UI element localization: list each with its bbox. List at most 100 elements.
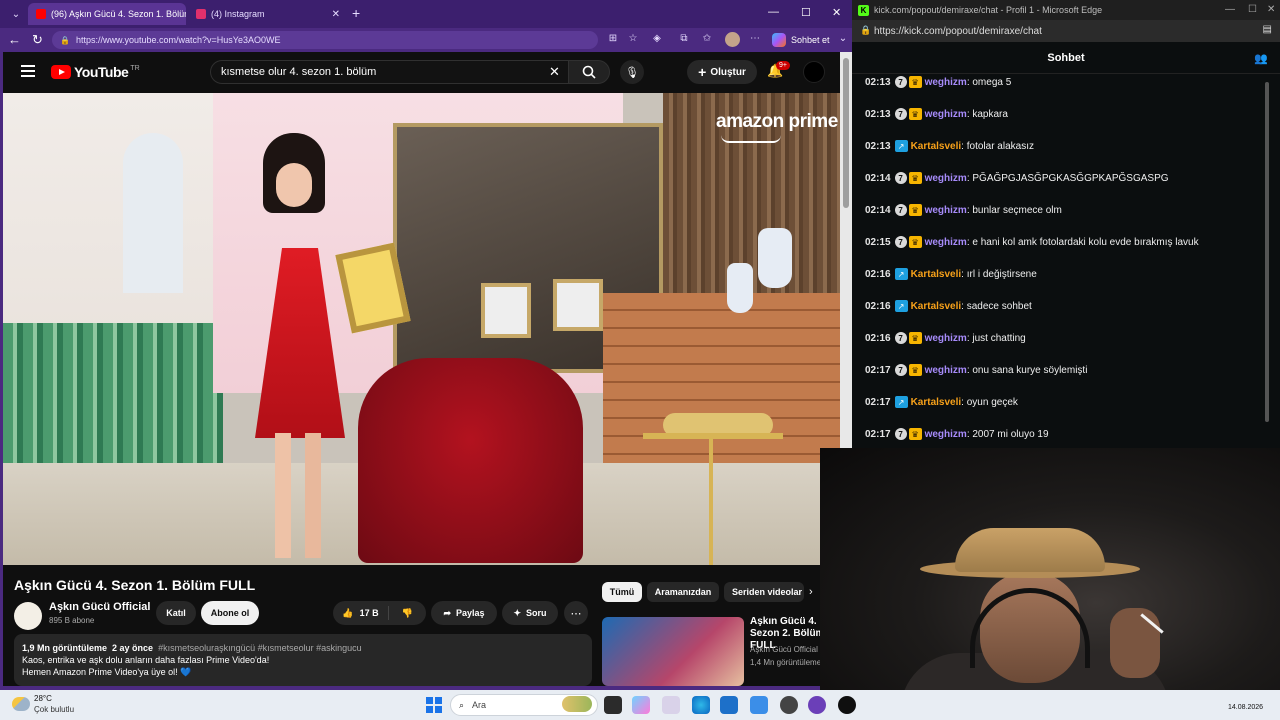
refresh-icon[interactable]: ↻ [32,32,43,48]
chat-username[interactable]: weghizm [925,77,967,88]
favorites-icon[interactable]: ✩ [700,33,714,47]
maximize-icon[interactable]: ☐ [801,6,811,19]
description-box[interactable]: 1,9 Mn görüntüleme 2 ay önce #kısmetseol… [14,634,592,686]
subscribe-button[interactable]: Abone ol [201,601,259,625]
app-icon[interactable] [662,696,680,714]
chat-username[interactable]: Kartalsveli [911,141,962,152]
url-field[interactable]: 🔒 https://www.youtube.com/watch?v=HusYe3… [52,31,598,49]
chat-username[interactable]: Kartalsveli [911,397,962,408]
close-window-icon[interactable]: ✕ [832,6,841,19]
minimize-icon[interactable]: — [768,6,779,18]
channel-avatar[interactable] [14,602,42,630]
app-icon[interactable] [808,696,826,714]
split-screen-icon[interactable]: ⧉ [677,33,691,47]
weather-temperature[interactable]: 28°C [34,694,52,703]
hashtags[interactable]: #kısmetseoluraşkıngücü #kısmetseolur #as… [158,643,362,653]
minimize-icon[interactable]: — [1225,4,1235,15]
youtube-logo[interactable]: YouTube TR [51,64,140,80]
reading-view-icon[interactable]: ▤ [1263,24,1272,35]
new-tab-icon[interactable]: + [352,5,360,21]
channel-name[interactable]: Aşkın Gücü Official [49,601,150,613]
close-tab-icon[interactable]: ✕ [332,9,340,20]
search-button[interactable] [568,60,610,84]
taskbar-date[interactable]: 14.08.2026 [1228,704,1263,711]
share-button[interactable]: ➦ Paylaş [431,601,497,625]
chat-username[interactable]: weghizm [925,205,967,216]
ask-button[interactable]: ✦ Soru [502,601,558,625]
chat-username[interactable]: weghizm [925,237,967,248]
menu-icon[interactable] [21,65,35,77]
chat-username[interactable]: weghizm [925,365,967,376]
crown-badge-icon: ♛ [908,76,922,88]
chip-from-series[interactable]: Seriden videolar [724,582,804,602]
clear-search-icon[interactable]: ✕ [549,64,560,80]
more-actions-icon[interactable]: ⋯ [564,601,588,625]
weather-description[interactable]: Çok bulutlu [34,705,74,714]
copilot-chat-button[interactable]: Sohbet et [772,32,830,48]
chat-username[interactable]: weghizm [925,109,967,120]
close-window-icon[interactable]: ✕ [1267,4,1275,15]
chat-message: 02:17 7 ♛ weghizm: onu sana kurye söylemişt… [865,362,1087,378]
youtube-wordmark: YouTube [74,64,129,80]
users-icon[interactable]: 👥 [1254,52,1268,65]
chat-message: 02:14 7 ♛ weghizm: bunlar seçmece olm [865,202,1062,218]
video-scene-photo-frame [481,283,531,338]
weather-icon[interactable] [12,697,30,711]
youtube-play-icon [51,65,71,79]
thumbs-down-icon[interactable]: 👎 [389,608,426,619]
tab-instagram[interactable]: (4) Instagram ✕ [188,3,348,25]
task-view-icon[interactable] [604,696,622,714]
start-menu-icon[interactable] [426,697,442,713]
voice-search-icon[interactable]: 🎙 [620,60,644,84]
app-icon[interactable] [838,696,856,714]
chat-username[interactable]: Kartalsveli [911,301,962,312]
create-button[interactable]: + Oluştur [687,60,757,84]
recommended-thumbnail[interactable] [602,617,744,686]
tab-youtube[interactable]: (96) Aşkın Gücü 4. Sezon 1. Bölüm ✕ [28,3,186,25]
widgets-icon[interactable] [632,696,650,714]
join-label: Katıl [166,608,186,618]
like-count: 17 B [359,608,379,618]
file-explorer-icon[interactable] [720,696,738,714]
edge-browser-icon[interactable] [692,696,710,714]
chat-username[interactable]: weghizm [925,173,967,184]
chat-text: : e hani kol amk fotolardaki kolu evde b… [966,236,1199,248]
chat-username[interactable]: Kartalsveli [911,269,962,280]
crown-badge-icon: ♛ [908,428,922,440]
profile-avatar[interactable] [725,32,740,47]
media-app-icon[interactable] [780,696,798,714]
search-highlight-icon[interactable] [562,696,592,712]
chat-text: : bunlar seçmece olm [966,204,1062,216]
extension-icon[interactable]: ◈ [650,33,664,47]
favorite-star-icon[interactable]: ☆ [626,33,640,47]
chat-username[interactable]: weghizm [925,333,967,344]
account-avatar[interactable] [803,61,825,83]
chevron-right-icon[interactable]: › [809,586,813,598]
crown-badge-icon: ♛ [908,172,922,184]
youtube-favicon-icon [36,9,46,19]
chat-message: 02:16 7 ♛ weghizm: just chatting [865,330,1026,346]
chevron-down-icon[interactable]: ⌄ [836,33,850,47]
chat-scrollbar[interactable] [1262,74,1272,450]
tab-actions-icon[interactable]: ⌄ [6,4,26,24]
like-button[interactable]: 👍 17 B [333,606,389,620]
video-player[interactable]: amazon prime [3,93,840,565]
chip-all[interactable]: Tümü [602,582,642,602]
more-options-icon[interactable]: ⋯ [748,33,762,47]
arrow-badge-icon: ↗ [894,268,908,280]
level-badge-icon: 7 [894,204,907,216]
chat-username[interactable]: weghizm [925,429,967,440]
outlook-icon[interactable] [750,696,768,714]
join-button[interactable]: Katıl [156,601,196,625]
message-time: 02:16 [865,332,891,344]
back-icon[interactable]: ← [8,32,21,47]
url-field[interactable]: 🔒 https://kick.com/popout/demiraxe/chat … [852,20,1280,42]
maximize-icon[interactable]: ☐ [1248,4,1257,15]
chat-message: 02:17 ↗ Kartalsveli: oyun geçek [865,394,1018,410]
scrollbar-thumb[interactable] [843,58,849,208]
video-scene-window [123,133,183,293]
install-app-icon[interactable]: ⊞ [606,33,620,47]
chip-from-search[interactable]: Aramanızdan [647,582,719,602]
scrollbar-thumb[interactable] [1265,82,1269,422]
search-input[interactable]: kısmetse olur 4. sezon 1. bölüm [210,60,568,84]
